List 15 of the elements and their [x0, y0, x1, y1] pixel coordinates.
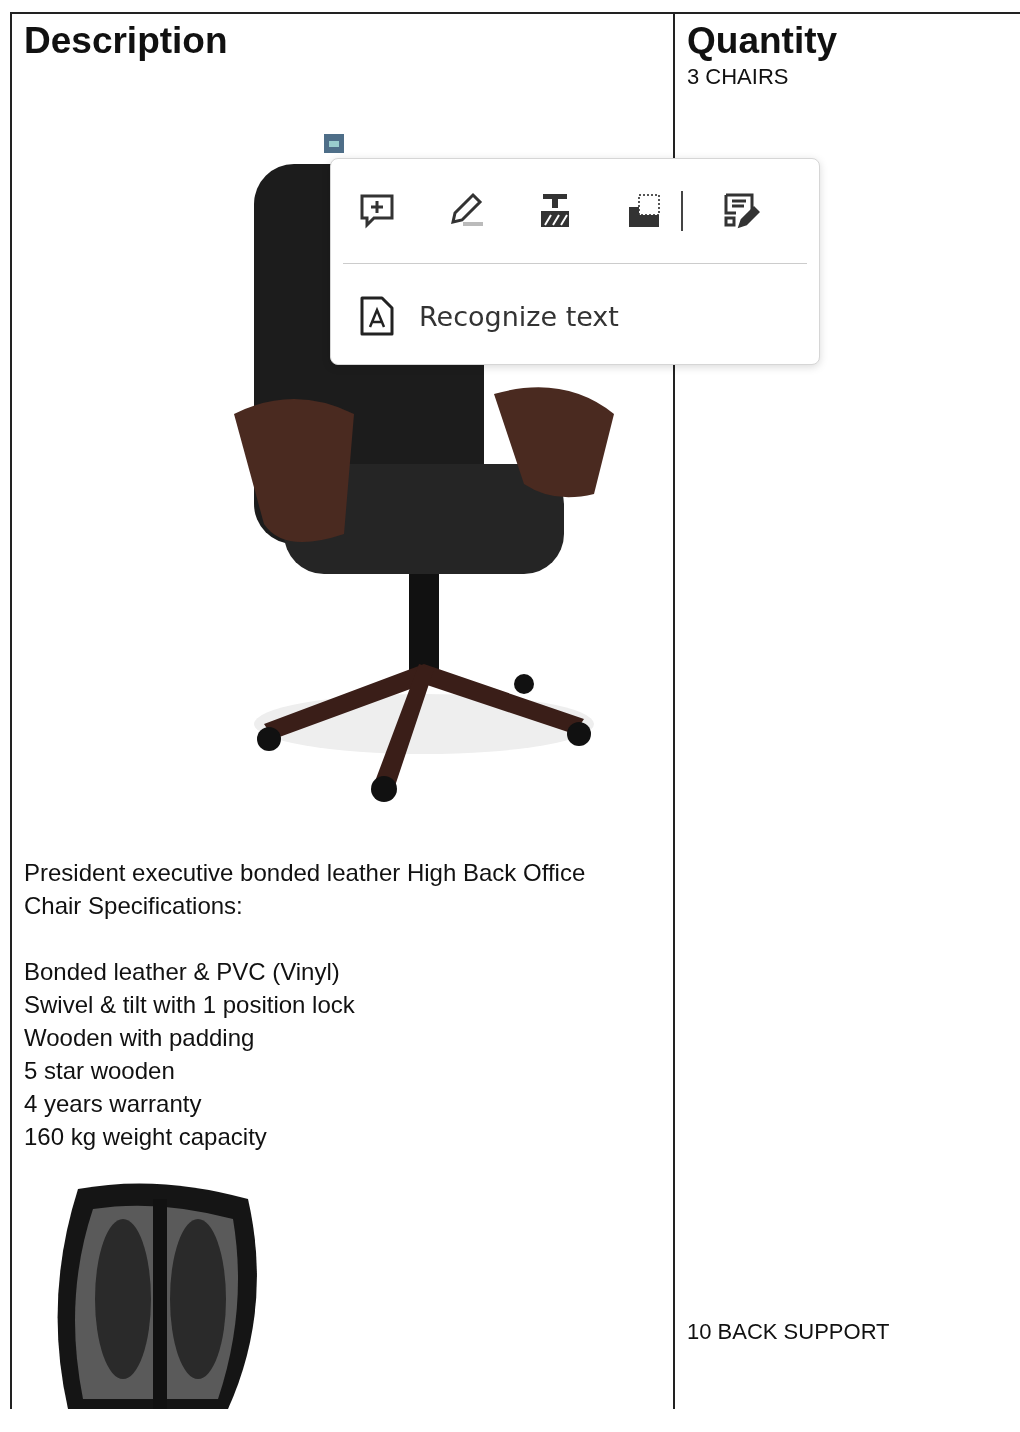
spec-line: Wooden with padding	[24, 1023, 256, 1053]
quantity-text: 3 CHAIRS	[687, 64, 790, 90]
column-heading: Quantity	[687, 19, 839, 63]
comment-marker-icon[interactable]	[324, 134, 344, 153]
spec-line: 5 star wooden	[24, 1056, 176, 1086]
quantity-text: 10 BACK SUPPORT	[687, 1319, 891, 1345]
spec-line: 160 kg weight capacity	[24, 1122, 268, 1152]
spec-line: Bonded leather & PVC (Vinyl)	[24, 957, 341, 987]
spec-line: 4 years warranty	[24, 1089, 203, 1119]
menu-item-label: Recognize text	[419, 300, 619, 332]
menu-item[interactable]: Recognize text	[343, 264, 619, 368]
spec-line: Swivel & tilt with 1 position lock	[24, 990, 356, 1020]
product-description: President executive bonded leather High Back Office Chair Specifications:	[24, 858, 587, 921]
document-text-icon	[359, 295, 395, 337]
column-heading: Description	[24, 19, 229, 63]
